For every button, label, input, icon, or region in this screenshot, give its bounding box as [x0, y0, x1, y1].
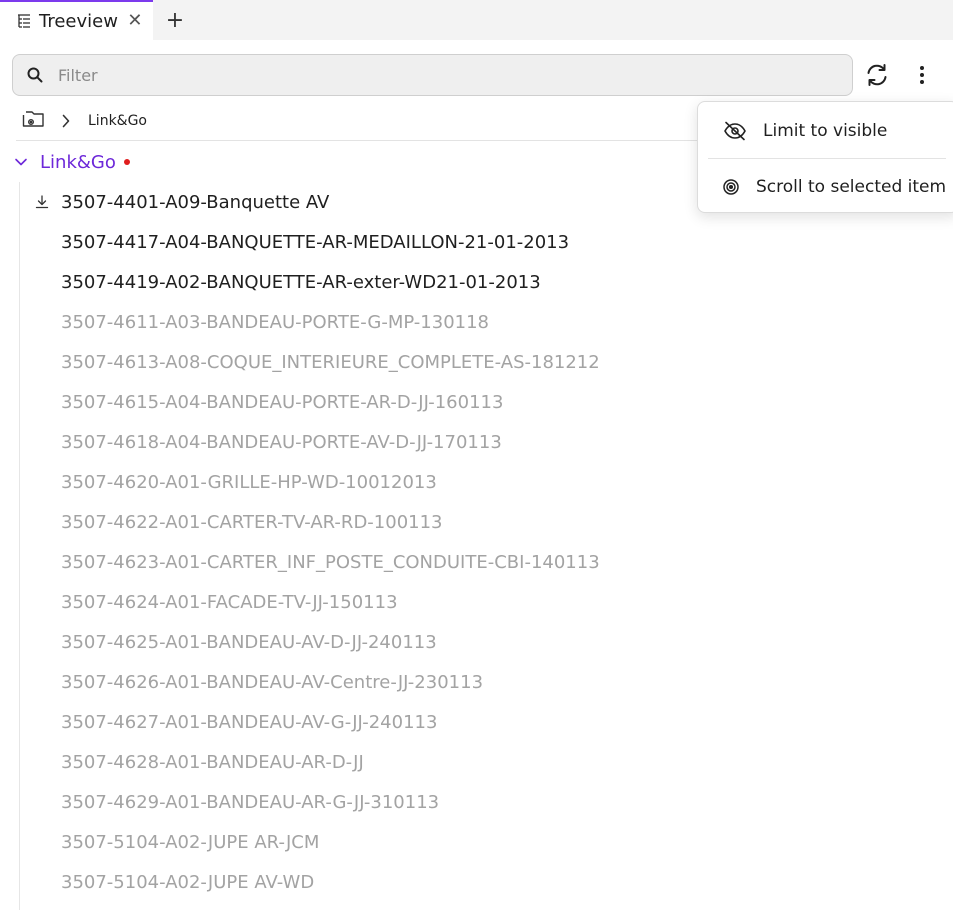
tree-guide-line [19, 182, 20, 910]
chevron-down-icon [15, 158, 27, 166]
folder-home-icon[interactable] [22, 109, 46, 133]
tree-item[interactable]: 3507-4628-A01-BANDEAU-AR-D-JJ [61, 742, 364, 782]
tree-item[interactable]: 3507-4618-A04-BANDEAU-PORTE-AV-D-JJ-1701… [61, 422, 502, 462]
more-options-button[interactable] [908, 58, 936, 92]
tree-root-label: Link&Go [40, 151, 116, 173]
tree-item[interactable]: 3507-4624-A01-FACADE-TV-JJ-150113 [61, 582, 398, 622]
tree-root[interactable]: Link&Go [14, 148, 130, 176]
tree-item[interactable]: 3507-4627-A01-BANDEAU-AV-G-JJ-240113 [61, 702, 437, 742]
more-vertical-icon [920, 66, 924, 84]
search-icon [27, 67, 43, 83]
menu-item-scroll-to-selected[interactable]: Scroll to selected item [698, 163, 953, 211]
divider [16, 140, 716, 141]
status-dot [123, 159, 130, 165]
tree-item[interactable]: 3507-4417-A04-BANQUETTE-AR-MEDAILLON-21-… [61, 222, 569, 262]
menu-divider [708, 158, 946, 159]
tree-item[interactable]: 3507-5104-A02-JUPE AV-WD [61, 862, 314, 902]
menu-item-label: Limit to visible [763, 121, 888, 141]
target-icon [723, 179, 739, 195]
tree-item[interactable]: 3507-4419-A02-BANQUETTE-AR-exter-WD21-01… [61, 262, 541, 302]
filter-input[interactable] [58, 65, 818, 85]
filter-box [12, 54, 853, 96]
tree-item[interactable]: 3507-4613-A08-COQUE_INTERIEURE_COMPLETE-… [61, 342, 600, 382]
add-tab-button[interactable]: + [153, 0, 197, 40]
menu-item-limit-to-visible[interactable]: Limit to visible [698, 107, 953, 155]
breadcrumb-item[interactable]: Link&Go [88, 113, 147, 129]
tree-item[interactable]: 3507-4625-A01-BANDEAU-AV-D-JJ-240113 [61, 622, 437, 662]
tree-item[interactable]: 3507-4620-A01-GRILLE-HP-WD-10012013 [61, 462, 437, 502]
tab-treeview[interactable]: Treeview ✕ [0, 0, 153, 40]
tree-item[interactable]: 3507-4615-A04-BANDEAU-PORTE-AR-D-JJ-1601… [61, 382, 503, 422]
tab-label: Treeview [39, 10, 118, 32]
tree-item[interactable]: 3507-4626-A01-BANDEAU-AV-Centre-JJ-23011… [61, 662, 483, 702]
refresh-icon [867, 64, 887, 86]
tree-item[interactable]: 3507-4401-A09-Banquette AV [61, 182, 329, 222]
tree-item[interactable]: 3507-4611-A03-BANDEAU-PORTE-G-MP-130118 [61, 302, 489, 342]
eye-off-icon [724, 121, 746, 141]
tree-item[interactable]: 3507-5104-A02-JUPE AR-JCM [61, 822, 319, 862]
close-icon[interactable]: ✕ [127, 12, 143, 30]
menu-item-label: Scroll to selected item [756, 177, 947, 197]
refresh-button[interactable] [860, 58, 894, 92]
tree-item[interactable]: 3507-4623-A01-CARTER_INF_POSTE_CONDUITE-… [61, 542, 600, 582]
chevron-right-icon [62, 114, 70, 128]
tab-bar: Treeview ✕ + [0, 0, 953, 40]
breadcrumb: Link&Go [22, 106, 147, 136]
download-icon [35, 195, 49, 209]
list-tree-icon [16, 13, 32, 29]
options-menu: Limit to visible Scroll to selected item [697, 101, 953, 213]
tree-item[interactable]: 3507-4622-A01-CARTER-TV-AR-RD-100113 [61, 502, 443, 542]
tree-item[interactable]: 3507-4629-A01-BANDEAU-AR-G-JJ-310113 [61, 782, 439, 822]
